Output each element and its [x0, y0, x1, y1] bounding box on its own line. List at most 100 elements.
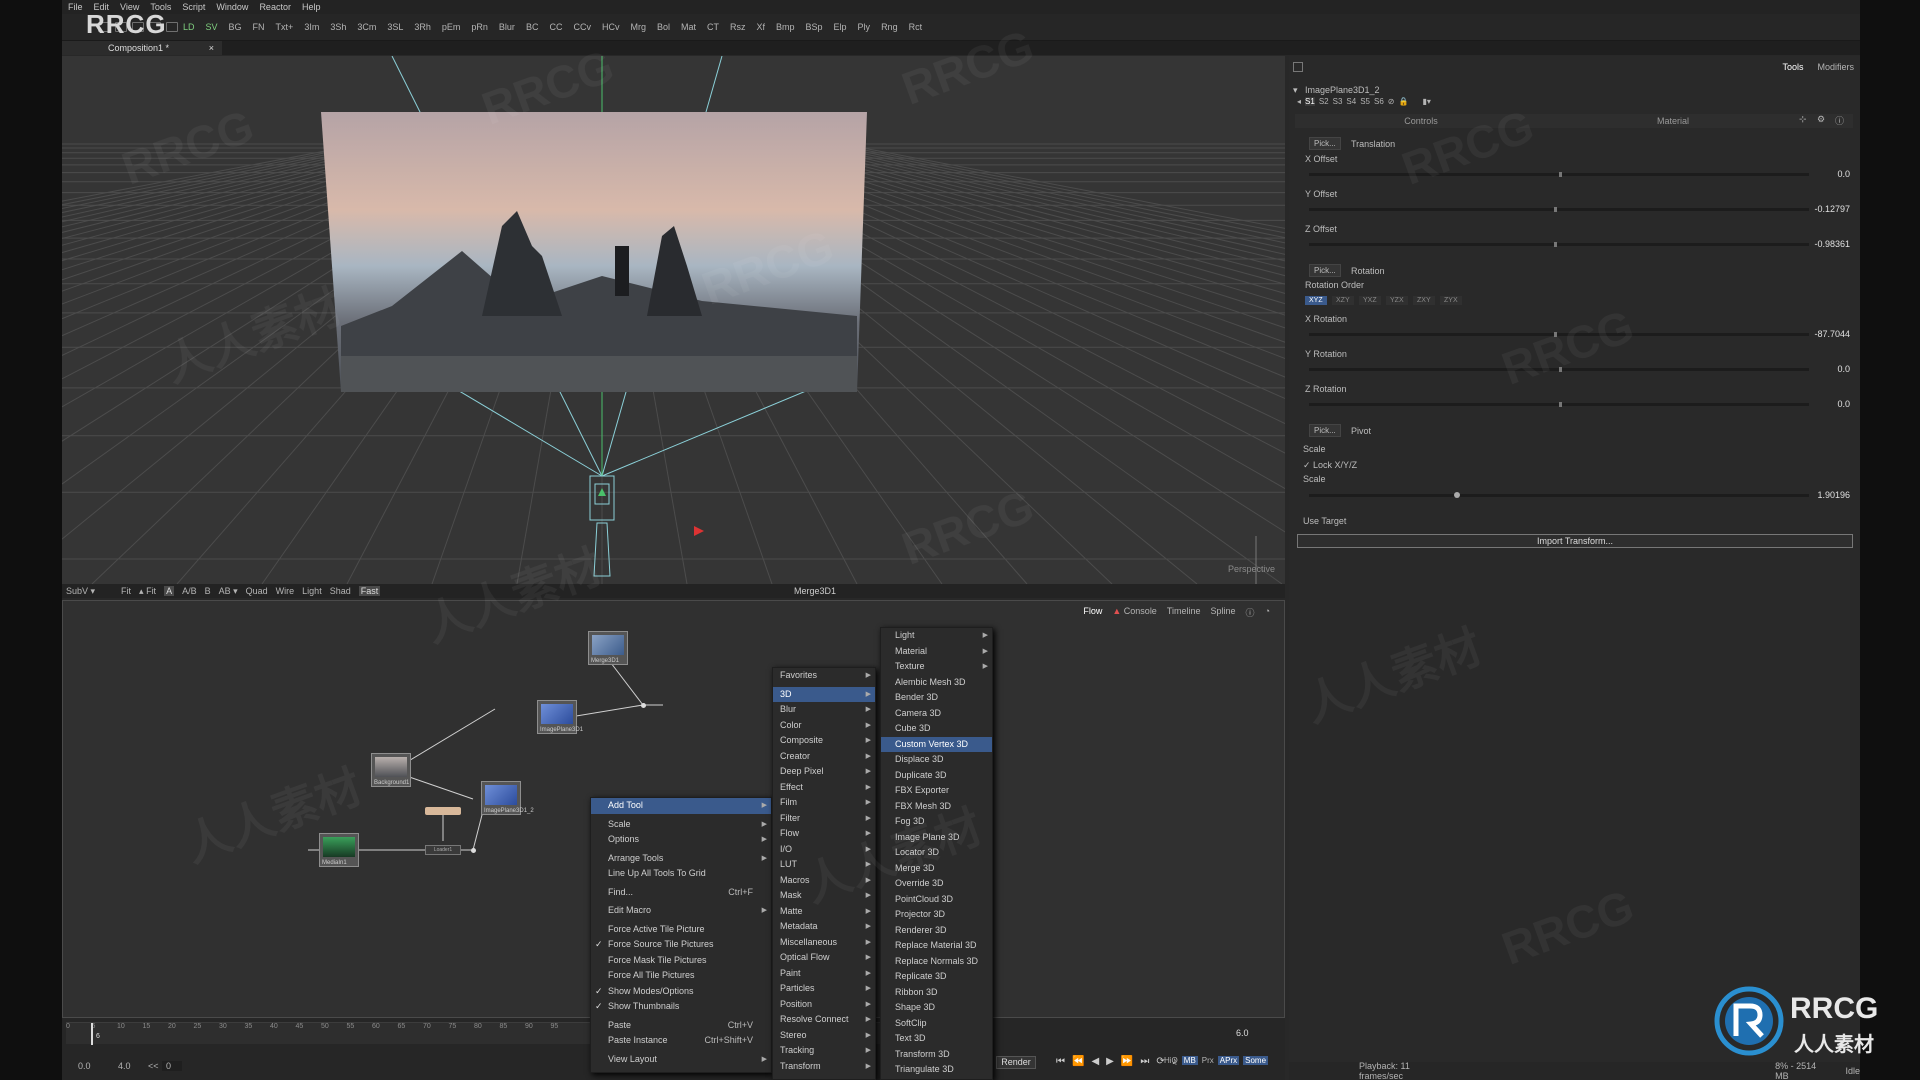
menu-item-camera-3d[interactable]: Camera 3D	[881, 706, 992, 722]
menu-item-arrange-tools[interactable]: Arrange Tools ▶	[591, 851, 771, 867]
menu-item-3d[interactable]: 3D ▶	[773, 686, 875, 702]
toolbar-button-20[interactable]: CT	[707, 22, 719, 32]
version-arrow-icon[interactable]: ◂	[1297, 97, 1301, 106]
menu-item-line-up-all-tools-to-grid[interactable]: Line Up All Tools To Grid	[591, 866, 771, 882]
render-end-field[interactable]: 4.0	[118, 1061, 148, 1071]
menu-item-film[interactable]: Film ▶	[773, 795, 875, 811]
menu-item-material[interactable]: Material ▶	[881, 644, 992, 660]
toolbar-button-4[interactable]: Txt+	[276, 22, 294, 32]
toolbar-button-16[interactable]: HCv	[602, 22, 620, 32]
menu-item-force-active-tile-picture[interactable]: Force Active Tile Picture	[591, 922, 771, 938]
version-s1[interactable]: S1	[1305, 97, 1315, 106]
menu-item-favorites[interactable]: Favorites ▶	[773, 668, 875, 684]
3d-viewport[interactable]: Perspective	[62, 56, 1285, 584]
menu-item-transform-3d[interactable]: Transform 3D	[881, 1047, 992, 1063]
order-yxz[interactable]: YXZ	[1359, 296, 1381, 305]
pick-rotation-button[interactable]: Pick...	[1309, 264, 1341, 277]
toolbar-button-10[interactable]: pEm	[442, 22, 461, 32]
menu-item-position[interactable]: Position ▶	[773, 997, 875, 1013]
transform-icon[interactable]: ⊹	[1799, 114, 1817, 128]
layout-icon[interactable]	[166, 22, 178, 32]
menu-item-find[interactable]: Find... Ctrl+F	[591, 885, 771, 901]
menu-item-fog-3d[interactable]: Fog 3D	[881, 814, 992, 830]
viewer-ab-button[interactable]: A/B	[182, 586, 197, 596]
aprx-toggle[interactable]: APrx	[1217, 1056, 1240, 1065]
menu-window[interactable]: Window	[216, 2, 248, 12]
z-offset-value[interactable]: -0.98361	[1810, 239, 1850, 249]
toolbar-button-17[interactable]: Mrg	[630, 22, 646, 32]
toolbar-button-21[interactable]: Rsz	[730, 22, 746, 32]
pick-pivot-button[interactable]: Pick...	[1309, 424, 1341, 437]
collapse-icon[interactable]	[1293, 62, 1303, 72]
y-offset-slider[interactable]	[1309, 207, 1809, 212]
menu-item-triangulate-3d[interactable]: Triangulate 3D	[881, 1062, 992, 1078]
node-imageplane-1[interactable]: ImagePlane3D1	[537, 700, 583, 734]
subview-dropdown[interactable]: SubV ▾	[66, 586, 95, 597]
settings-icon[interactable]: ⚙	[1817, 114, 1835, 128]
menu-file[interactable]: File	[68, 2, 83, 12]
pass-through-icon[interactable]: ⊘	[1388, 97, 1395, 106]
fit-button[interactable]: Fit	[121, 586, 131, 596]
menu-item-paste[interactable]: Paste Ctrl+V	[591, 1018, 771, 1034]
z-rotation-slider[interactable]	[1309, 402, 1809, 407]
menu-item-show-thumbnails[interactable]: ✓ Show Thumbnails	[591, 999, 771, 1015]
menu-item-force-all-tile-pictures[interactable]: Force All Tile Pictures	[591, 968, 771, 984]
quad-button[interactable]: Quad	[246, 586, 268, 596]
hiq-toggle[interactable]: HiQ	[1164, 1056, 1178, 1065]
global-start-field[interactable]: 0.0	[78, 1061, 118, 1071]
pick-translation-button[interactable]: Pick...	[1309, 137, 1341, 150]
toolbar-button-5[interactable]: 3Im	[304, 22, 319, 32]
render-button[interactable]: Render	[996, 1056, 1036, 1069]
menu-item-cube-3d[interactable]: Cube 3D	[881, 721, 992, 737]
menu-item-paste-instance[interactable]: Paste Instance Ctrl+Shift+V	[591, 1033, 771, 1049]
menu-item-texture[interactable]: Texture ▶	[881, 659, 992, 675]
info-icon[interactable]: ⓘ	[1835, 114, 1853, 128]
x-rotation-value[interactable]: -87.7044	[1810, 329, 1850, 339]
menu-item-transform[interactable]: Transform ▶	[773, 1059, 875, 1075]
menu-item-miscellaneous[interactable]: Miscellaneous ▶	[773, 935, 875, 951]
toolbar-button-24[interactable]: BSp	[806, 22, 823, 32]
menu-item-scale[interactable]: Scale ▶	[591, 817, 771, 833]
y-offset-value[interactable]: -0.12797	[1810, 204, 1850, 214]
menu-item-alembic-mesh-3d[interactable]: Alembic Mesh 3D	[881, 675, 992, 691]
x-rotation-slider[interactable]	[1309, 332, 1809, 337]
menu-item-replicate-3d[interactable]: Replicate 3D	[881, 969, 992, 985]
x-offset-slider[interactable]	[1309, 172, 1809, 177]
play-icon[interactable]: ▶	[1106, 1056, 1114, 1067]
version-s3[interactable]: S3	[1333, 97, 1343, 106]
fast-button[interactable]: Fast	[358, 586, 381, 596]
menu-help[interactable]: Help	[302, 2, 321, 12]
tab-composition1[interactable]: Composition1 * ×	[62, 41, 222, 55]
menu-item-flow[interactable]: Flow ▶	[773, 826, 875, 842]
order-zxy[interactable]: ZXY	[1413, 296, 1435, 305]
toolbar-button-13[interactable]: BC	[526, 22, 539, 32]
order-yzx[interactable]: YZX	[1386, 296, 1408, 305]
menu-item-deep-pixel[interactable]: Deep Pixel ▶	[773, 764, 875, 780]
lock-xyz-checkbox[interactable]: ✓ Lock X/Y/Z	[1303, 460, 1357, 471]
play-reverse-icon[interactable]: ◀	[1091, 1056, 1099, 1067]
menu-item-fbx-mesh-3d[interactable]: FBX Mesh 3D	[881, 799, 992, 815]
color-swatch-icon[interactable]: ▮▾	[1422, 97, 1430, 106]
node-imageplane-2[interactable]: ImagePlane3D1_2	[481, 781, 534, 815]
fit-dropdown[interactable]: ▴ Fit	[139, 586, 156, 597]
toolbar-button-11[interactable]: pRn	[471, 22, 488, 32]
toolbar-button-12[interactable]: Blur	[499, 22, 515, 32]
order-xzy[interactable]: XZY	[1332, 296, 1354, 305]
version-s5[interactable]: S5	[1360, 97, 1370, 106]
collapse-arrow-icon[interactable]: ▾	[1293, 85, 1298, 96]
menu-reactor[interactable]: Reactor	[259, 2, 291, 12]
menu-item-composite[interactable]: Composite ▶	[773, 733, 875, 749]
menu-item-displace-3d[interactable]: Displace 3D	[881, 752, 992, 768]
skip-end-icon[interactable]: ⏭	[1140, 1056, 1149, 1067]
menu-script[interactable]: Script	[182, 2, 205, 12]
viewer-a-button[interactable]: A	[164, 586, 175, 596]
menu-item-metadata[interactable]: Metadata ▶	[773, 919, 875, 935]
menu-item-locator-3d[interactable]: Locator 3D	[881, 845, 992, 861]
toolbar-button-7[interactable]: 3Cm	[357, 22, 376, 32]
menu-item-resolve-connect[interactable]: Resolve Connect ▶	[773, 1012, 875, 1028]
z-offset-slider[interactable]	[1309, 242, 1809, 247]
toolbar-button-1[interactable]: SV	[206, 22, 218, 32]
menu-item-edit-macro[interactable]: Edit Macro ▶	[591, 903, 771, 919]
menu-item-duplicate-3d[interactable]: Duplicate 3D	[881, 768, 992, 784]
wire-button[interactable]: Wire	[276, 586, 295, 596]
